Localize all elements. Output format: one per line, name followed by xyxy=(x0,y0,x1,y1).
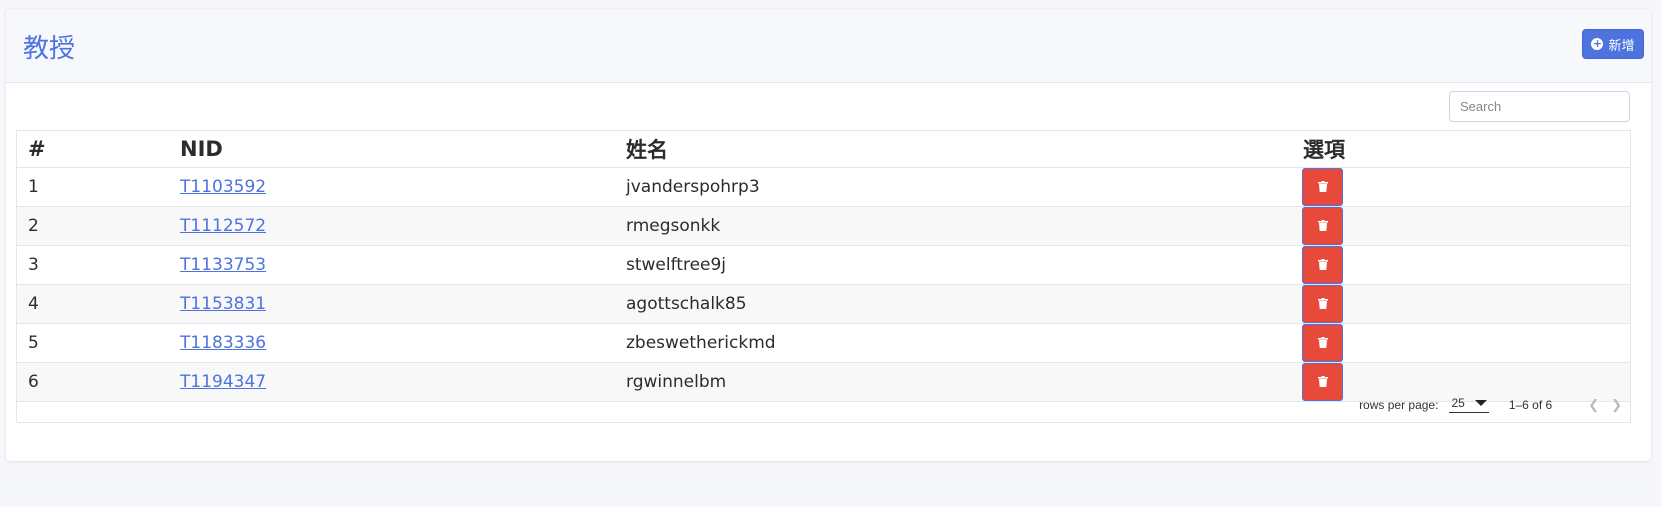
rows-per-page-value: 25 xyxy=(1451,396,1465,410)
caret-down-icon xyxy=(1474,400,1487,406)
nid-link[interactable]: T1103592 xyxy=(180,177,266,197)
table-header-row: # NID 姓名 選項 xyxy=(17,131,1630,168)
row-index: 3 xyxy=(17,245,169,285)
rows-per-page-label: rows per page: xyxy=(1359,397,1439,412)
row-name: rmegsonkk xyxy=(615,206,1292,246)
trash-icon xyxy=(1317,298,1328,309)
row-name: agottschalk85 xyxy=(615,284,1292,324)
nid-link[interactable]: T1133753 xyxy=(180,255,266,275)
trash-icon xyxy=(1317,376,1328,387)
plus-circle-icon: + xyxy=(1591,37,1604,50)
row-index: 2 xyxy=(17,206,169,246)
nid-link[interactable]: T1183336 xyxy=(180,333,266,353)
row-name: stwelftree9j xyxy=(615,245,1292,285)
delete-button[interactable] xyxy=(1302,284,1343,323)
table-row: 3 T1133753 stwelftree9j xyxy=(17,245,1630,285)
column-header-index[interactable]: # xyxy=(17,131,169,168)
trash-icon xyxy=(1317,259,1328,270)
trash-icon xyxy=(1317,181,1328,192)
table-row: 4 T1153831 agottschalk85 xyxy=(17,284,1630,324)
search-input[interactable] xyxy=(1449,91,1630,122)
data-table: # NID 姓名 選項 1 T1103592 jvanderspohrp3 2 … xyxy=(16,130,1631,423)
nid-link[interactable]: T1112572 xyxy=(180,216,266,236)
column-header-options[interactable]: 選項 xyxy=(1292,131,1630,168)
table-row: 1 T1103592 jvanderspohrp3 xyxy=(17,167,1630,207)
trash-icon xyxy=(1317,337,1328,348)
column-header-name[interactable]: 姓名 xyxy=(615,131,1292,168)
column-header-nid[interactable]: NID xyxy=(169,131,615,168)
delete-button[interactable] xyxy=(1302,245,1343,284)
chevron-right-icon[interactable]: ❯ xyxy=(1611,397,1622,413)
row-index: 4 xyxy=(17,284,169,324)
page-title: 教授 xyxy=(23,34,76,64)
nid-link[interactable]: T1153831 xyxy=(180,294,266,314)
chevron-left-icon[interactable]: ❮ xyxy=(1588,397,1599,413)
card-header: 教授 + 新增 xyxy=(6,9,1651,83)
row-name: jvanderspohrp3 xyxy=(615,167,1292,207)
rows-per-page-select[interactable]: 25 xyxy=(1449,396,1489,413)
row-index: 1 xyxy=(17,167,169,207)
add-button-label: 新增 xyxy=(1608,38,1635,54)
pagination-bar: rows per page: 25 1–6 of 6 ❮ ❯ xyxy=(17,387,1630,422)
pagination-range: 1–6 of 6 xyxy=(1508,397,1553,412)
delete-button[interactable] xyxy=(1302,323,1343,362)
table-row: 2 T1112572 rmegsonkk xyxy=(17,206,1630,246)
trash-icon xyxy=(1317,220,1328,231)
row-index: 5 xyxy=(17,323,169,363)
table-row: 5 T1183336 zbeswetherickmd xyxy=(17,323,1630,363)
add-button[interactable]: + 新增 xyxy=(1582,29,1644,59)
row-name: zbeswetherickmd xyxy=(615,323,1292,363)
delete-button[interactable] xyxy=(1302,167,1343,206)
delete-button[interactable] xyxy=(1302,206,1343,245)
